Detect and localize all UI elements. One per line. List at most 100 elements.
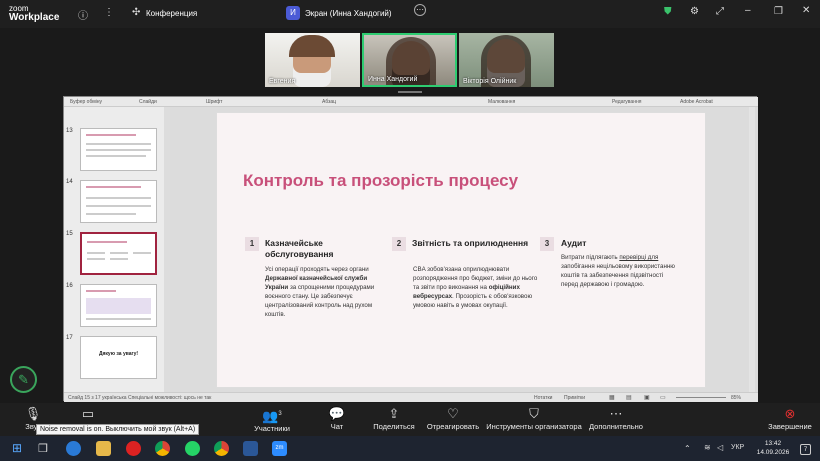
zoom-top-bar: zoom Workplace ⓘ ⋮ ✣ Конференция И Экран… [0, 0, 820, 28]
video-button[interactable]: ▭ [76, 406, 100, 422]
share-more-icon[interactable]: ··· [414, 4, 426, 16]
zoom-app-icon[interactable]: zm [272, 441, 287, 456]
tray-chevron-icon[interactable]: ⌃ [684, 444, 691, 453]
app-red-icon[interactable] [126, 441, 141, 456]
more-button[interactable]: ⋯ Дополнительно [588, 406, 644, 431]
view-normal-icon[interactable]: ▦ [609, 394, 615, 401]
step-number: 2 [392, 237, 406, 251]
status-slide-info: Слайд 15 з 17 українська Спеціальні можл… [68, 395, 212, 401]
ribbon-group-clipboard: Буфер обміну [70, 99, 103, 105]
video-tile-active-speaker[interactable]: Инна Хандогий [362, 33, 457, 87]
participant-name: Евгения [269, 78, 296, 85]
microphone-icon: 🎙 [24, 406, 42, 421]
slide-scrollbar[interactable] [749, 107, 755, 392]
participants-icon: 👥3 [262, 408, 282, 424]
meeting-title[interactable]: Конференция [146, 9, 197, 18]
windows-start-icon[interactable]: ⊞ [12, 441, 22, 455]
notes-button[interactable]: Нотатки [534, 395, 552, 401]
host-tools-button[interactable]: ⛉ Инструменты организатора [486, 406, 582, 431]
video-tile[interactable]: Вікторія Олійник [459, 33, 554, 87]
chrome-icon[interactable] [155, 441, 170, 456]
minimize-icon[interactable]: – [745, 5, 751, 16]
participant-name: Вікторія Олійник [463, 78, 517, 85]
participants-button[interactable]: 👥3 Участники [250, 406, 294, 433]
ppt-statusbar: Слайд 15 з 17 українська Спеціальні можл… [64, 392, 758, 402]
ribbon-group-acrobat: Adobe Acrobat [680, 99, 713, 105]
tray-volume-icon[interactable]: ◁ [717, 443, 723, 452]
thumb-text: Дякую за увагу! [98, 351, 139, 357]
edge-browser-icon[interactable] [66, 441, 81, 456]
slide-thumbnail-selected[interactable] [80, 232, 157, 275]
ribbon-group-font: Шрифт [206, 99, 223, 105]
thumb-number: 17 [66, 335, 73, 341]
tray-wifi-icon[interactable]: ≋ [704, 443, 711, 452]
end-meeting-button[interactable]: ⊗ Завершение [766, 406, 814, 431]
audio-tooltip: Noise removal is on. Выключить мой звук … [36, 424, 200, 435]
share-source-label[interactable]: Экран (Инна Хандогий) [305, 9, 392, 18]
zoom-level[interactable]: 85% [731, 395, 741, 401]
slide-thumbnail[interactable] [80, 180, 157, 223]
step-number: 1 [245, 237, 259, 251]
share-button[interactable]: ⇪ Поделиться [372, 406, 416, 431]
end-x-icon: ⊗ [784, 406, 796, 421]
current-slide: Контроль та прозорість процесу 1 Казначе… [216, 112, 706, 388]
video-tile[interactable]: Евгения [265, 33, 360, 87]
column-text: Усі операції проходять через органи Держ… [265, 266, 375, 318]
share-screen-icon: ⇪ [388, 406, 400, 421]
menu-dots-icon[interactable]: ⋮ [104, 7, 114, 18]
column-text: CBA зобов'язана оприлюднювати розпорядже… [413, 266, 538, 309]
video-camera-icon: ▭ [81, 406, 95, 421]
task-view-icon[interactable]: ❒ [38, 442, 48, 455]
participant-hair [289, 35, 335, 57]
video-strip: Евгения Инна Хандогий Вікторія Олійник [265, 33, 555, 87]
security-shield-icon[interactable]: ⛊ [664, 6, 672, 17]
slide-title: Контроль та прозорість процесу [243, 171, 519, 190]
ribbon-group-slides: Слайди [139, 99, 157, 105]
thumb-number: 13 [66, 128, 73, 134]
windows-taskbar: ⊞ ❒ zm ⌃ ≋ ◁ УКР 13:42 14.09.2026 7 [0, 436, 820, 461]
settings-icon[interactable]: ⚙ [690, 6, 699, 17]
notification-badge[interactable]: 7 [800, 444, 811, 455]
share-avatar: И [286, 6, 300, 20]
zoom-slider[interactable] [676, 397, 726, 398]
close-icon[interactable]: ✕ [802, 5, 810, 16]
column-heading: Казначейське обслуговування [265, 238, 334, 259]
word-icon[interactable] [243, 441, 258, 456]
view-sorter-icon[interactable]: ▤ [626, 394, 632, 401]
view-icon[interactable]: ⤢ [716, 6, 724, 17]
chrome-profile-icon[interactable] [214, 441, 229, 456]
file-explorer-icon[interactable] [96, 441, 111, 456]
info-icon[interactable]: ⓘ [78, 7, 88, 22]
heart-icon: ♡ [447, 406, 459, 421]
column-heading: Звітність та оприлюднення [412, 238, 529, 248]
column-text: Витрати підлягають перевірці для запобіг… [561, 254, 675, 288]
conference-icon: ✣ [132, 7, 141, 18]
annotate-pen-icon[interactable]: ✎ [10, 366, 37, 393]
ppt-ribbon: Буфер обміну Слайди Шрифт Абзац Малюванн… [64, 97, 758, 107]
react-button[interactable]: ♡ Отреагировать [426, 406, 480, 431]
chat-button[interactable]: 💬 Чат [326, 406, 348, 431]
participant-name: Инна Хандогий [368, 76, 418, 83]
step-number: 3 [540, 237, 554, 251]
strip-resize-handle[interactable] [398, 91, 422, 93]
slide-thumbnail[interactable]: Дякую за увагу! [80, 336, 157, 379]
slide-thumbnail[interactable] [80, 128, 157, 171]
ribbon-group-drawing: Малювання [488, 99, 516, 105]
slide-thumbnail[interactable] [80, 284, 157, 327]
thumb-number: 14 [66, 179, 73, 185]
whatsapp-icon[interactable] [185, 441, 200, 456]
column-heading: Аудит [561, 238, 587, 248]
ribbon-group-editing: Редагування [612, 99, 642, 105]
restore-icon[interactable]: ❐ [774, 6, 783, 17]
ribbon-group-paragraph: Абзац [322, 99, 337, 105]
comments-button[interactable]: Примітки [564, 395, 585, 401]
view-slideshow-icon[interactable]: ▭ [660, 394, 666, 401]
clock[interactable]: 13:42 14.09.2026 [756, 439, 790, 457]
thumb-number: 16 [66, 283, 73, 289]
more-dots-icon: ⋯ [609, 406, 623, 421]
slide-thumbnails: 13 14 15 16 17 Дякую за увагу! [64, 107, 164, 392]
view-reading-icon[interactable]: ▣ [644, 394, 650, 401]
thumb-number: 15 [66, 231, 73, 237]
shield-icon: ⛉ [529, 406, 539, 421]
keyboard-language[interactable]: УКР [731, 444, 744, 451]
